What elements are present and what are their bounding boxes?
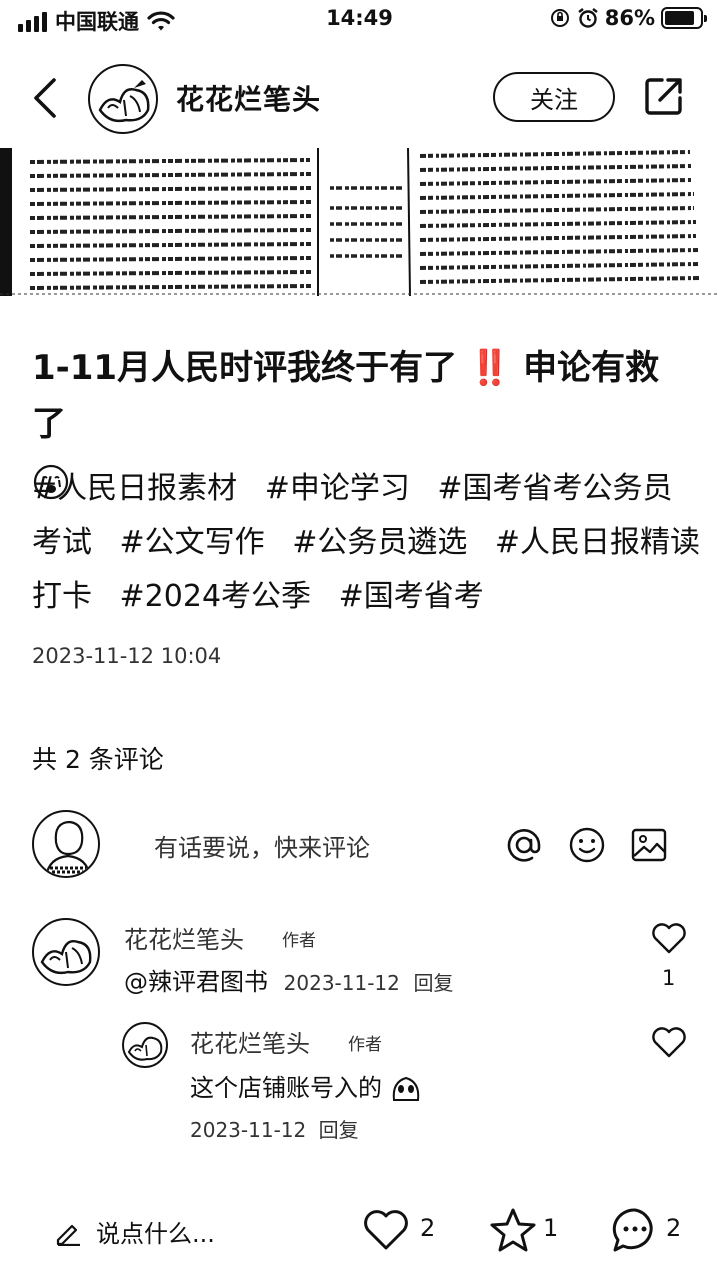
- panda-emoji-icon: [392, 1076, 419, 1101]
- avatar-illustration-icon: [98, 80, 150, 123]
- avatar-illustration-icon: [40, 940, 92, 975]
- author-tag: 作者: [348, 1035, 382, 1055]
- like-icon[interactable]: [362, 1208, 410, 1252]
- at-icon[interactable]: [505, 826, 543, 864]
- comment-date: 2023-11-12: [190, 1118, 307, 1142]
- tag-link[interactable]: #申论学习: [265, 471, 410, 506]
- orientation-lock-icon: [550, 9, 569, 27]
- comment-text: @辣评君图书 2023-11-12 回复: [124, 962, 454, 997]
- commenter-avatar[interactable]: [122, 1022, 168, 1068]
- tag-link[interactable]: #国考省考: [339, 579, 484, 614]
- comment-entry-button[interactable]: 说点什么...: [96, 1214, 215, 1249]
- post-image[interactable]: [0, 148, 719, 296]
- tag-link[interactable]: #公务员遴选: [292, 525, 467, 560]
- battery-percent: 86%: [604, 6, 655, 30]
- pencil-icon[interactable]: [54, 1218, 82, 1246]
- tag-link[interactable]: #公文写作: [120, 525, 265, 560]
- comment-author-name[interactable]: 花花烂笔头: [124, 920, 244, 955]
- image-icon[interactable]: [630, 826, 668, 864]
- avatar-illustration-icon: [127, 1036, 163, 1061]
- battery-icon: [661, 7, 707, 29]
- tag-link[interactable]: #人民日报素材: [32, 471, 237, 506]
- post-timestamp: 2023-11-12 10:04: [32, 644, 222, 668]
- post-title-text: 1-11月人民时评我终于有了 ‼️ 申论有救了: [32, 348, 660, 444]
- comment-count: 共 2 条评论: [32, 745, 164, 774]
- collect-count: 1: [543, 1214, 559, 1242]
- comment-author-name[interactable]: 花花烂笔头: [190, 1024, 310, 1059]
- like-count: 2: [420, 1214, 436, 1242]
- comment-like-count: 1: [662, 966, 676, 990]
- commenter-avatar[interactable]: [32, 918, 100, 986]
- newspaper-clipping-image: [0, 148, 719, 296]
- post-tags: #人民日报素材 #申论学习 #国考省考公务员考试 #公文写作 #公务员遴选 #人…: [32, 462, 702, 624]
- author-avatar[interactable]: [88, 64, 158, 134]
- author-tag: 作者: [282, 931, 316, 951]
- avatar-illustration-icon: [45, 820, 91, 876]
- current-user-avatar: [32, 810, 100, 878]
- bottom-bar: 说点什么... 2 1 2: [0, 1190, 719, 1270]
- back-icon[interactable]: [28, 76, 64, 120]
- comment-mention[interactable]: @辣评君图书: [124, 968, 268, 996]
- heart-icon[interactable]: [651, 1026, 687, 1058]
- comment-body: 这个店铺账号入的: [190, 1074, 382, 1102]
- collect-star-icon[interactable]: [488, 1206, 538, 1254]
- emoji-icon[interactable]: [568, 826, 606, 864]
- tag-link[interactable]: #2024考公季: [120, 579, 311, 614]
- comment-total-count: 2: [666, 1214, 682, 1242]
- comment-input[interactable]: 有话要说，快来评论: [154, 828, 370, 863]
- share-icon[interactable]: [642, 74, 686, 118]
- author-name[interactable]: 花花烂笔头: [176, 78, 321, 118]
- comment-meta: 2023-11-12 回复: [190, 1114, 359, 1143]
- reply-link[interactable]: 回复: [319, 1118, 359, 1142]
- status-right: 86%: [549, 6, 707, 30]
- comment-date: 2023-11-12: [283, 971, 400, 995]
- nav-bar: 花花烂笔头 关注: [0, 58, 719, 138]
- battery-level: [665, 11, 695, 25]
- follow-button[interactable]: 关注: [493, 72, 615, 122]
- alarm-icon: [578, 8, 598, 28]
- heart-icon[interactable]: [651, 922, 687, 954]
- status-bar: 中国联通 14:49 86%: [0, 0, 719, 40]
- comment-text: 这个店铺账号入的: [190, 1068, 422, 1104]
- comment-bubble-icon[interactable]: [610, 1206, 660, 1254]
- reply-link[interactable]: 回复: [414, 971, 454, 995]
